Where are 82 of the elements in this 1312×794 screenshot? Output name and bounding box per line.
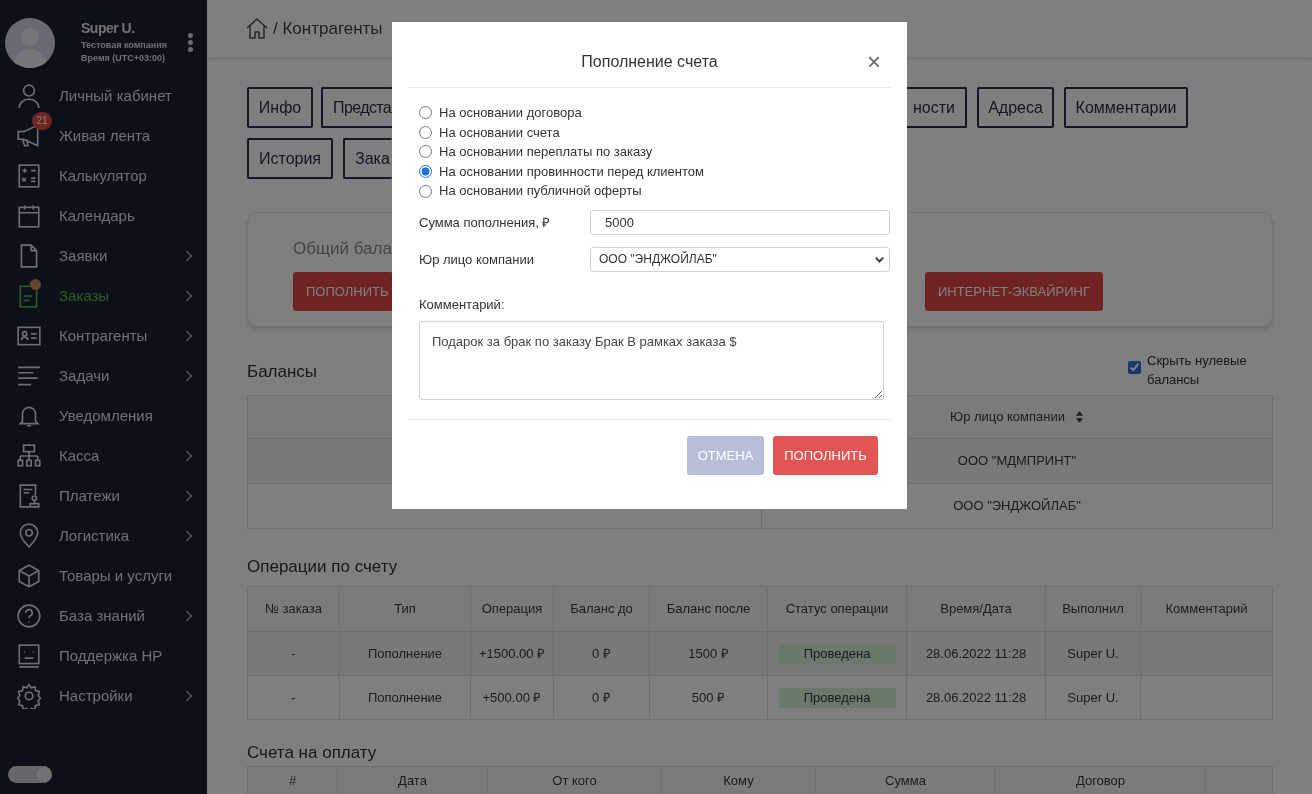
table-cell: +500.00 ₽ [471,676,554,719]
table-cell: 500 ₽ [650,676,768,719]
option-label: На основании публичной оферты [439,182,642,201]
option-label: На основании переплаты по заказу [439,143,653,162]
sidebar-item[interactable]: Календарь [0,196,207,236]
balance-title: Общий бала [293,238,392,260]
close-button[interactable]: × [867,50,881,74]
tab[interactable]: Зака [343,138,392,179]
table-cell: 0 ₽ [554,676,650,719]
field-label: Сумма пополнения, ₽ [419,213,552,232]
tab[interactable]: Адреса [977,87,1054,128]
person-icon [16,83,42,109]
tab[interactable]: Инфо [247,87,313,128]
sidebar-item[interactable]: Калькулятор [0,156,207,196]
tab[interactable]: Комментарии [1064,87,1188,128]
sidebar-item[interactable]: Касса [0,436,207,476]
table-header-cell-text: Комментарий [1164,600,1249,619]
company-select[interactable]: ООО "ЭНДЖОЙЛАБ" [590,246,890,272]
top-up-button[interactable]: ПОПОЛНИТЬ [293,272,393,311]
section-title: Счета на оплату [247,742,378,764]
calendar-icon [16,203,42,229]
table-header-cell: Кому [662,767,816,794]
status-badge: Проведена [778,687,896,708]
timezone-label: Время (UTC+03:00) [81,52,167,64]
table-header-cell: Сумма [816,767,996,794]
sidebar-item[interactable]: Задачи [0,356,207,396]
sidebar-item[interactable]: Логистика [0,516,207,556]
checkbox-label: Скрыть нулевые балансы [1147,352,1248,389]
robot-face-icon [16,643,42,669]
table-cell: Пополнение [340,676,471,719]
table-cell: Super U. [1046,676,1141,719]
radio-button[interactable] [419,165,432,179]
settings-icon [16,683,42,709]
top-up-button[interactable]: ИНТЕРНЕТ-ЭКВАЙРИНГ [925,272,1103,311]
hierarchy-icon [16,443,42,469]
sidebar-item[interactable]: Заявки [0,236,207,276]
radio-button[interactable] [419,125,432,139]
table-cell: - [248,676,340,719]
table-header-cell: От кого [488,767,662,794]
section-title: Балансы [247,361,318,383]
sidebar-item[interactable]: Настройки [0,676,207,716]
breadcrumb-link[interactable]: / Контрагенты [273,15,383,42]
table-header-cell: # [248,767,338,794]
more-menu-button[interactable] [188,33,193,52]
table-header-cell: Дата [338,767,488,794]
home-icon [245,16,269,41]
tab[interactable]: История [247,138,333,179]
tab[interactable]: Предста [321,87,393,128]
sidebar-item[interactable]: Поддержка HP [0,636,207,676]
box-icon [16,563,42,589]
modal-title: Пополнение счета [581,52,718,72]
sidebar-item[interactable]: Заказы [0,276,207,316]
comment-field[interactable]: Подарок за брак по заказу Брак В рамках заказа $ [419,320,884,400]
status-badge: Проведена [778,643,896,664]
theme-toggle[interactable] [8,766,52,783]
table-cell-text: ООО "ЭНДЖОЙЛАБ" [953,497,1081,516]
avatar [5,18,55,68]
field-label: Юр лицо компании [419,250,535,269]
calculator-icon [16,163,42,189]
submit-button[interactable]: ПОПОЛНИТЬ [773,435,878,475]
sidebar-item[interactable]: Платежи [0,476,207,516]
field-label: Комментарий: [418,295,506,314]
sidebar-item[interactable]: Товары и услуги [0,556,207,596]
option-label: На основании счета [439,123,560,142]
table-header-cell: Договор [996,767,1206,794]
option-label: На основании договора [439,104,582,123]
section-title: Операции по счету [247,556,399,578]
user-name: Super U. [81,20,136,36]
radio-button[interactable] [419,145,432,159]
radio-button[interactable] [419,106,432,120]
amount-field[interactable]: 5000 [590,209,890,235]
sidebar-item[interactable]: Уведомления [0,396,207,436]
sidebar-item[interactable]: Контрагенты [0,316,207,356]
table-cell: 28.06.2022 11:28 [907,676,1046,719]
company-name: Тестовая компания [81,39,167,52]
checkbox[interactable] [1128,361,1141,374]
radio-button[interactable] [419,184,432,198]
question-icon [16,603,42,629]
sidebar-item[interactable]: База знаний [0,596,207,636]
table-cell-text: ООО "МДМПРИНТ" [957,452,1077,471]
option-label: На основании провинности перед клиентом [439,162,704,181]
notification-badge: 21 [32,112,52,130]
